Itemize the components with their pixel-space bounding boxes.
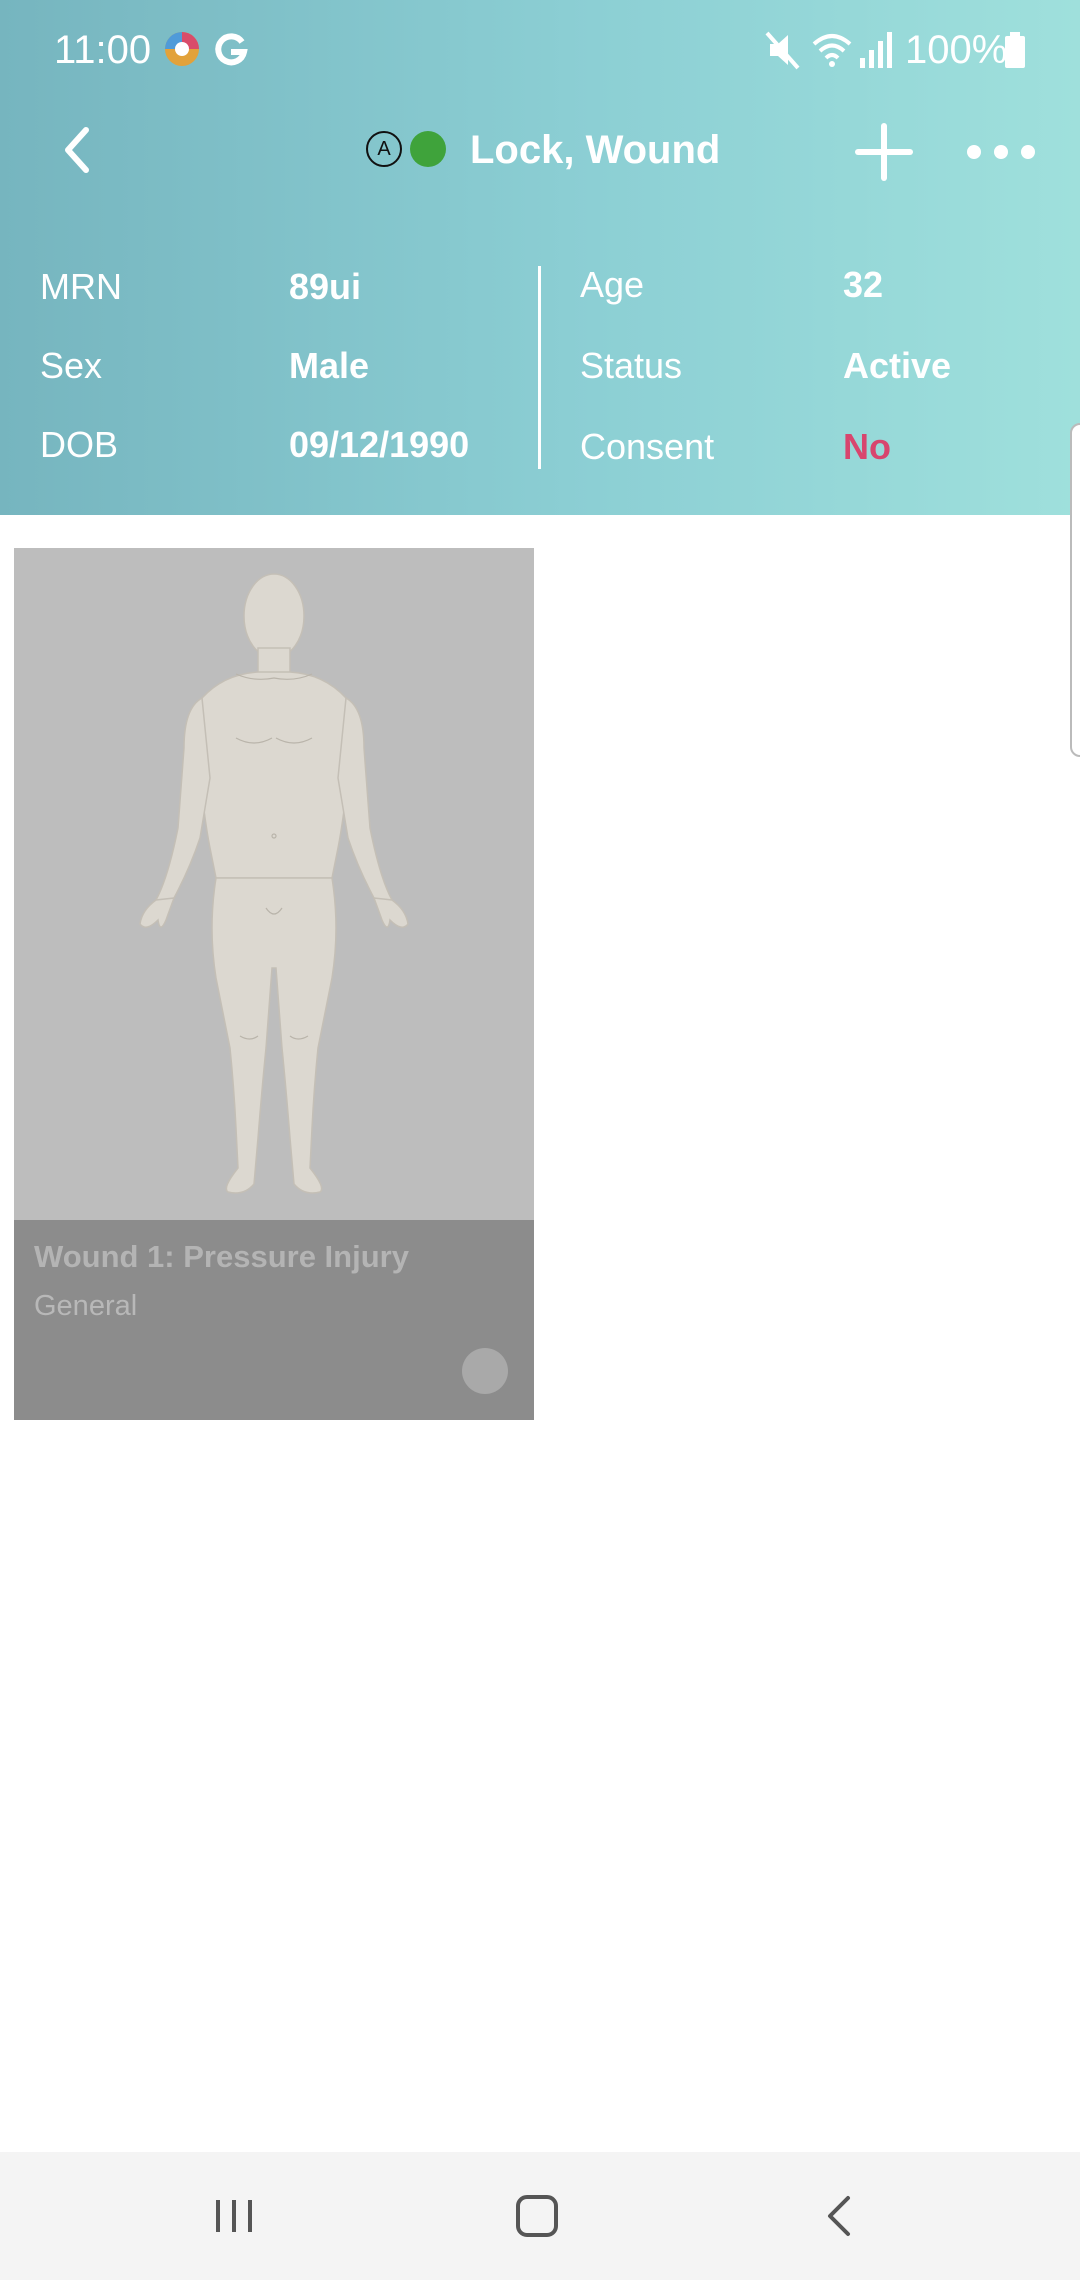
info-divider (538, 266, 541, 469)
battery-percentage: 100% (905, 28, 1008, 72)
age-label: Age (580, 264, 645, 305)
status-label: Status (580, 345, 683, 386)
battery-icon (1005, 32, 1025, 68)
back-icon[interactable] (48, 120, 108, 180)
mute-icon (765, 31, 800, 70)
wifi-icon (812, 34, 852, 67)
app-toolbar: A Lock, Wound (0, 100, 1080, 200)
consent-value: No (843, 426, 891, 467)
wound-category: General (34, 1290, 138, 1322)
mrn-label: MRN (40, 266, 122, 307)
sex-value: Male (289, 345, 370, 386)
status-bar: 11:00 100% (0, 0, 1080, 100)
status-value: Active (843, 345, 952, 386)
home-icon[interactable] (501, 2180, 573, 2252)
recent-apps-icon[interactable] (198, 2180, 270, 2252)
dob-label: DOB (40, 424, 119, 465)
consent-label: Consent (580, 426, 715, 467)
wound-card[interactable]: Wound 1: Pressure Injury General (14, 548, 534, 1420)
wound-card-footer: Wound 1: Pressure Injury General (14, 1220, 534, 1420)
add-icon[interactable] (852, 120, 916, 184)
online-status-icon (410, 131, 446, 167)
status-time: 11:00 (54, 28, 152, 72)
dob-value: 09/12/1990 (289, 424, 470, 465)
more-icon[interactable] (964, 120, 1038, 184)
patient-name: Lock, Wound (470, 128, 721, 172)
browser-app-icon (165, 32, 199, 66)
age-value: 32 (843, 264, 884, 305)
google-icon (215, 33, 248, 66)
signal-icon (860, 32, 892, 68)
patient-title-group: A Lock, Wound (366, 118, 736, 182)
wound-status-indicator (462, 1348, 508, 1394)
back-nav-icon[interactable] (804, 2180, 876, 2252)
assigned-badge-icon: A (366, 131, 402, 167)
system-navigation-bar (0, 2152, 1080, 2280)
wound-title: Wound 1: Pressure Injury (34, 1239, 409, 1274)
side-drawer-handle[interactable] (1070, 423, 1080, 757)
body-front-figure (139, 573, 409, 1194)
mrn-value: 89ui (289, 266, 362, 307)
patient-header: 11:00 100% A Lock, Wound MRN 89ui Sex Ma… (0, 0, 1080, 515)
sex-label: Sex (40, 345, 103, 386)
